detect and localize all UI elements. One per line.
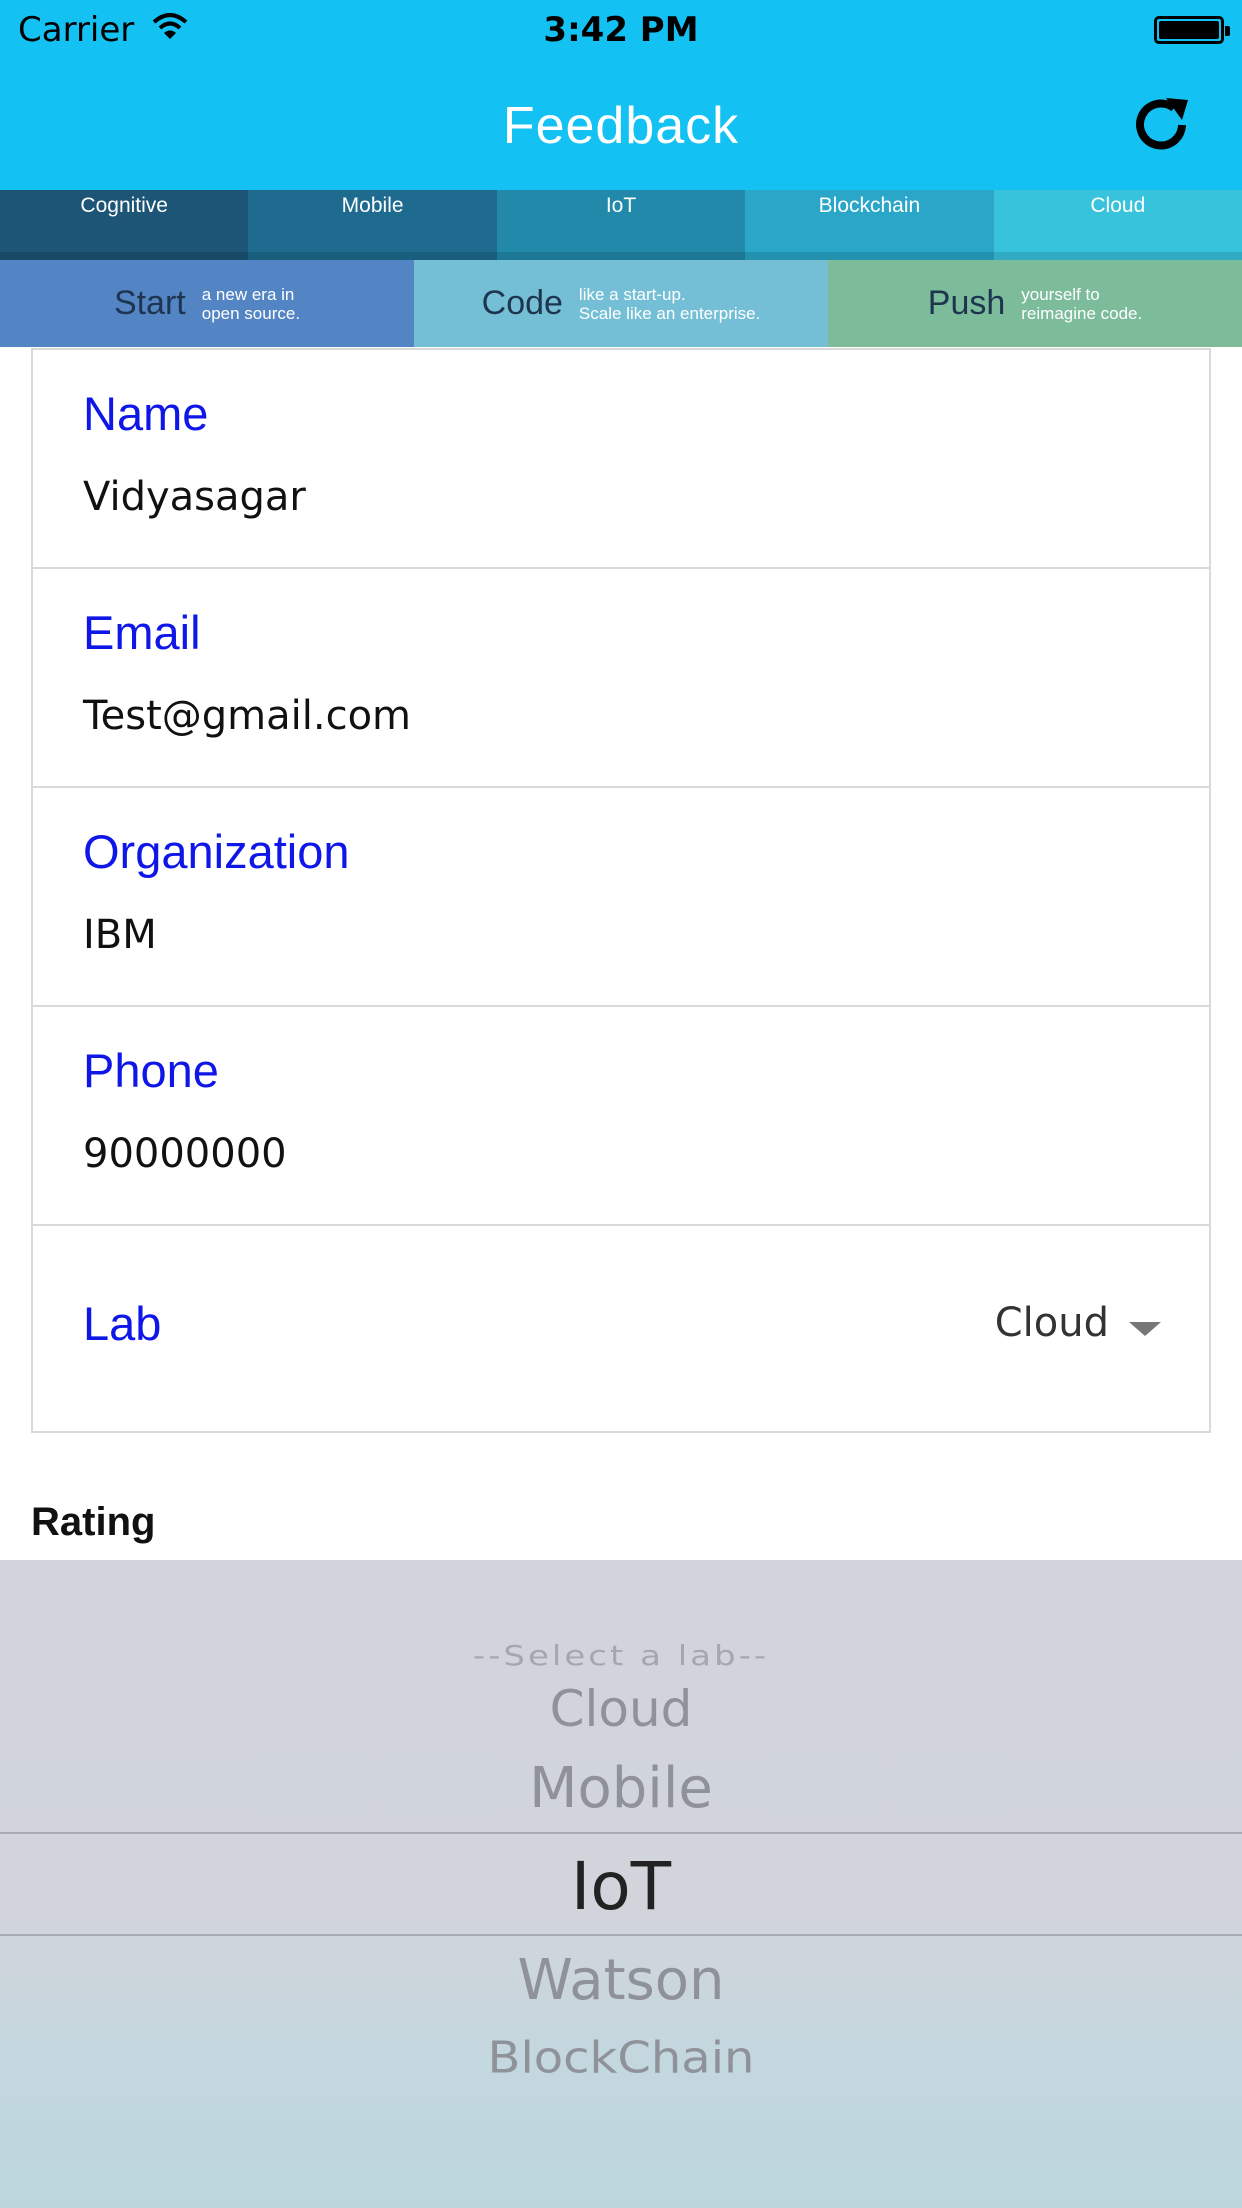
name-label: Name [83, 387, 209, 440]
picker-option[interactable]: Cloud [0, 1680, 1242, 1738]
banner-tab-cognitive: Cognitive [0, 190, 249, 260]
banner-tab-iot: IoT [496, 190, 746, 260]
banner-promos: Start a new era in open source. Code like… [0, 260, 1242, 347]
status-time: 3:42 PM [543, 10, 699, 50]
promo-code: Code like a start-up. Scale like an enter… [414, 260, 828, 347]
banner-tab-label: Cognitive [80, 194, 168, 217]
banner-tab-label: Blockchain [818, 194, 921, 217]
banner-categories: Cognitive Mobile IoT Blockchain Cloud [0, 190, 1242, 260]
picker-option[interactable]: Watson [0, 1948, 1242, 2013]
promo-subtext: like a start-up. Scale like an enterprise… [578, 284, 761, 323]
banner-tab-cloud: Cloud [993, 190, 1242, 260]
organization-label: Organization [83, 825, 350, 878]
phone-label: Phone [83, 1044, 219, 1097]
phone-input[interactable]: 90000000 [83, 1131, 287, 1177]
picker-option[interactable]: BlockChain [0, 2033, 1242, 2083]
banner-tab-label: Cloud [1090, 194, 1146, 217]
chevron-down-icon[interactable] [1129, 1322, 1161, 1336]
email-field[interactable]: Email Test@gmail.com [33, 569, 1209, 788]
picker-option[interactable]: Mobile [0, 1756, 1242, 1821]
lab-select[interactable]: Cloud [995, 1300, 1109, 1346]
promo-push: Push yourself to reimagine code. [828, 260, 1242, 347]
organization-field[interactable]: Organization IBM [33, 788, 1209, 1007]
page-title: Feedback [502, 97, 740, 155]
promo-start: Start a new era in open source. [0, 260, 414, 347]
lab-picker-wheel[interactable]: --Select a lab-- Cloud Mobile IoT Watson… [0, 1560, 1242, 2208]
email-input[interactable]: Test@gmail.com [83, 693, 411, 739]
battery-icon [1154, 16, 1230, 44]
promo-subtext: a new era in open source. [201, 284, 301, 323]
promo-subtext: yourself to reimagine code. [1021, 284, 1143, 323]
promo-heading: Start [113, 284, 186, 322]
banner-tab-label: IoT [605, 194, 637, 217]
email-label: Email [83, 606, 201, 659]
refresh-icon[interactable] [1126, 90, 1196, 160]
feedback-form: Name Vidyasagar Email Test@gmail.com Org… [31, 348, 1211, 1433]
organization-input[interactable]: IBM [83, 912, 157, 958]
promo-heading: Push [927, 284, 1006, 322]
name-field[interactable]: Name Vidyasagar [33, 350, 1209, 569]
navigation-bar: Feedback [0, 60, 1242, 190]
banner-tab-label: Mobile [341, 194, 404, 217]
lab-label: Lab [83, 1297, 162, 1350]
banner-tab-blockchain: Blockchain [745, 190, 994, 260]
phone-field[interactable]: Phone 90000000 [33, 1007, 1209, 1226]
rating-label: Rating [31, 1500, 156, 1544]
status-bar: Carrier 3:42 PM [0, 0, 1242, 60]
picker-option[interactable]: --Select a lab-- [0, 1640, 1242, 1672]
lab-field[interactable]: Lab Cloud [33, 1226, 1209, 1431]
banner-tab-mobile: Mobile [248, 190, 497, 260]
promo-heading: Code [481, 284, 563, 322]
picker-option-selected[interactable]: IoT [0, 1848, 1242, 1925]
name-input[interactable]: Vidyasagar [83, 474, 306, 520]
